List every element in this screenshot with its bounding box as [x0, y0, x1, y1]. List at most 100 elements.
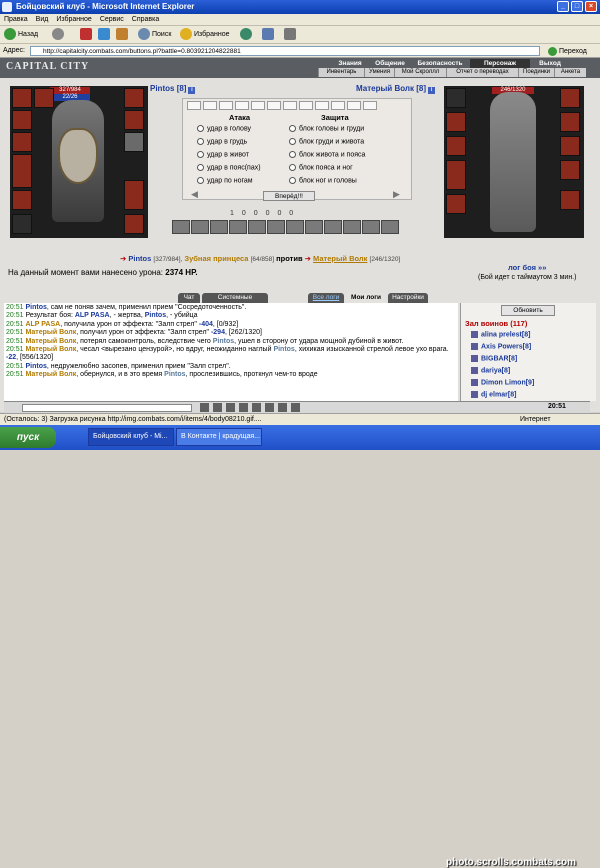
menu-tools[interactable]: Сервис: [96, 14, 128, 26]
spell-slot[interactable]: [187, 101, 201, 110]
weapon-slot[interactable]: [12, 132, 32, 152]
sound-icon[interactable]: [252, 403, 261, 412]
clear-icon[interactable]: [213, 403, 222, 412]
spell-slot[interactable]: [347, 101, 361, 110]
attack-option[interactable]: удар в голову: [197, 125, 251, 132]
nav-character[interactable]: Персонаж: [470, 59, 530, 68]
chat-name[interactable]: Матерый Волк: [25, 371, 76, 378]
radio-icon[interactable]: [197, 138, 204, 145]
spell-slot[interactable]: [267, 101, 281, 110]
chat-name[interactable]: Матерый Волк: [25, 329, 76, 336]
spell-slot[interactable]: [251, 101, 265, 110]
spell-slot[interactable]: [235, 101, 249, 110]
maximize-button[interactable]: □: [571, 1, 583, 12]
nav-skills[interactable]: Умения: [364, 68, 394, 77]
player-list-item[interactable]: dariya[8]: [471, 367, 510, 374]
chat-name[interactable]: ALP PASA: [25, 321, 60, 328]
chat-name[interactable]: Pintos: [164, 371, 185, 378]
refresh-button[interactable]: Обновить: [501, 305, 555, 316]
go-button[interactable]: Переход: [548, 45, 587, 59]
bracers-slot[interactable]: [124, 88, 144, 108]
prev-arrow-icon[interactable]: ◀: [191, 189, 198, 200]
combatant-link[interactable]: Pintos: [128, 254, 151, 263]
attack-option[interactable]: удар по ногам: [197, 177, 253, 184]
info-icon[interactable]: i: [428, 87, 436, 94]
nav-exit[interactable]: Выход: [530, 59, 570, 68]
taskbar-item[interactable]: Бойцовский клуб - Mi...: [88, 428, 174, 446]
skill-icon[interactable]: [267, 220, 285, 234]
chat-name[interactable]: -294: [211, 329, 225, 336]
player-list-item[interactable]: alina prelest[8]: [471, 331, 530, 338]
armor-slot[interactable]: [12, 154, 32, 188]
radio-icon[interactable]: [197, 177, 204, 184]
combatant-link[interactable]: Матерый Волк: [313, 254, 367, 263]
nav-security[interactable]: Безопасность: [410, 59, 470, 68]
necklace-slot[interactable]: [12, 110, 32, 130]
defense-option[interactable]: блок ног и головы: [289, 177, 357, 184]
player-list-item[interactable]: BIGBAR[8]: [471, 355, 517, 362]
skill-icon[interactable]: [210, 220, 228, 234]
nav-scroll[interactable]: Мой Скроллл: [394, 68, 446, 77]
menu-edit[interactable]: Правка: [0, 14, 32, 26]
defense-option[interactable]: блок пояса и ног: [289, 164, 353, 171]
home-button[interactable]: [116, 28, 130, 42]
nav-knowledge[interactable]: Знания: [330, 59, 370, 68]
nav-communication[interactable]: Общение: [370, 59, 410, 68]
tab-system[interactable]: Системные сообщения: [202, 293, 268, 311]
forward-button[interactable]: Вперёд!!!: [263, 191, 315, 201]
defense-option[interactable]: блок живота и пояса: [289, 151, 365, 158]
start-button[interactable]: пуск: [0, 427, 56, 448]
radio-icon[interactable]: [197, 125, 204, 132]
info-icon[interactable]: i: [188, 87, 196, 94]
translit-icon[interactable]: [239, 403, 248, 412]
nav-duels[interactable]: Поединки: [518, 68, 554, 77]
chat-name[interactable]: -404: [199, 321, 213, 328]
tab-all-logs[interactable]: Все логи: [308, 293, 344, 303]
boots-slot[interactable]: [124, 214, 144, 234]
helmet-slot[interactable]: [12, 88, 32, 108]
tab-my-logs[interactable]: Мои логи: [346, 293, 386, 303]
skill-icon[interactable]: [248, 220, 266, 234]
tab-settings[interactable]: Настройки: [388, 293, 428, 303]
chat-name[interactable]: Pintos: [273, 346, 294, 353]
gloves-slot[interactable]: [124, 110, 144, 130]
nav-inventory[interactable]: Инвентарь: [318, 68, 364, 77]
skill-icon[interactable]: [324, 220, 342, 234]
defense-option[interactable]: блок головы и груди: [289, 125, 364, 132]
menu-help[interactable]: Справка: [128, 14, 163, 26]
forward-button[interactable]: [52, 28, 66, 42]
search-button[interactable]: Поиск: [138, 28, 171, 42]
address-input[interactable]: http://capitalcity.combats.com/buttons.p…: [30, 46, 540, 56]
refresh-button[interactable]: [98, 28, 112, 42]
chat-name[interactable]: Pintos: [145, 312, 166, 319]
player-list-item[interactable]: Axis Powers[8]: [471, 343, 531, 350]
pants-slot[interactable]: [124, 180, 144, 210]
chat-log[interactable]: 20:51 Pintos, сам не поняв зачем, примен…: [4, 303, 458, 401]
skill-icon[interactable]: [191, 220, 209, 234]
media-button[interactable]: [240, 28, 254, 42]
mail-button[interactable]: [262, 28, 276, 42]
spell-slot[interactable]: [219, 101, 233, 110]
spell-slot[interactable]: [283, 101, 297, 110]
earrings-slot[interactable]: [34, 88, 54, 108]
help-icon[interactable]: [291, 403, 300, 412]
smile-icon[interactable]: [200, 403, 209, 412]
nav-profile[interactable]: Анкета: [554, 68, 586, 77]
print-button[interactable]: [284, 28, 298, 42]
radio-icon[interactable]: [289, 138, 296, 145]
next-arrow-icon[interactable]: ▶: [393, 189, 400, 200]
back-button[interactable]: Назад: [4, 28, 38, 42]
radio-icon[interactable]: [289, 125, 296, 132]
radio-icon[interactable]: [289, 177, 296, 184]
stop-button[interactable]: [80, 28, 94, 42]
enemy-name[interactable]: Матерый Волк [8] i: [356, 84, 436, 94]
chat-name[interactable]: Pintos: [25, 304, 46, 311]
attack-option[interactable]: удар в пояс(пах): [197, 164, 261, 171]
menu-view[interactable]: Вид: [32, 14, 53, 26]
skill-icon[interactable]: [286, 220, 304, 234]
spell-slot[interactable]: [315, 101, 329, 110]
scroll-icon[interactable]: [265, 403, 274, 412]
spell-slot[interactable]: [203, 101, 217, 110]
battle-log-link[interactable]: лог боя »»: [508, 263, 546, 272]
defense-option[interactable]: блок груди и живота: [289, 138, 364, 145]
